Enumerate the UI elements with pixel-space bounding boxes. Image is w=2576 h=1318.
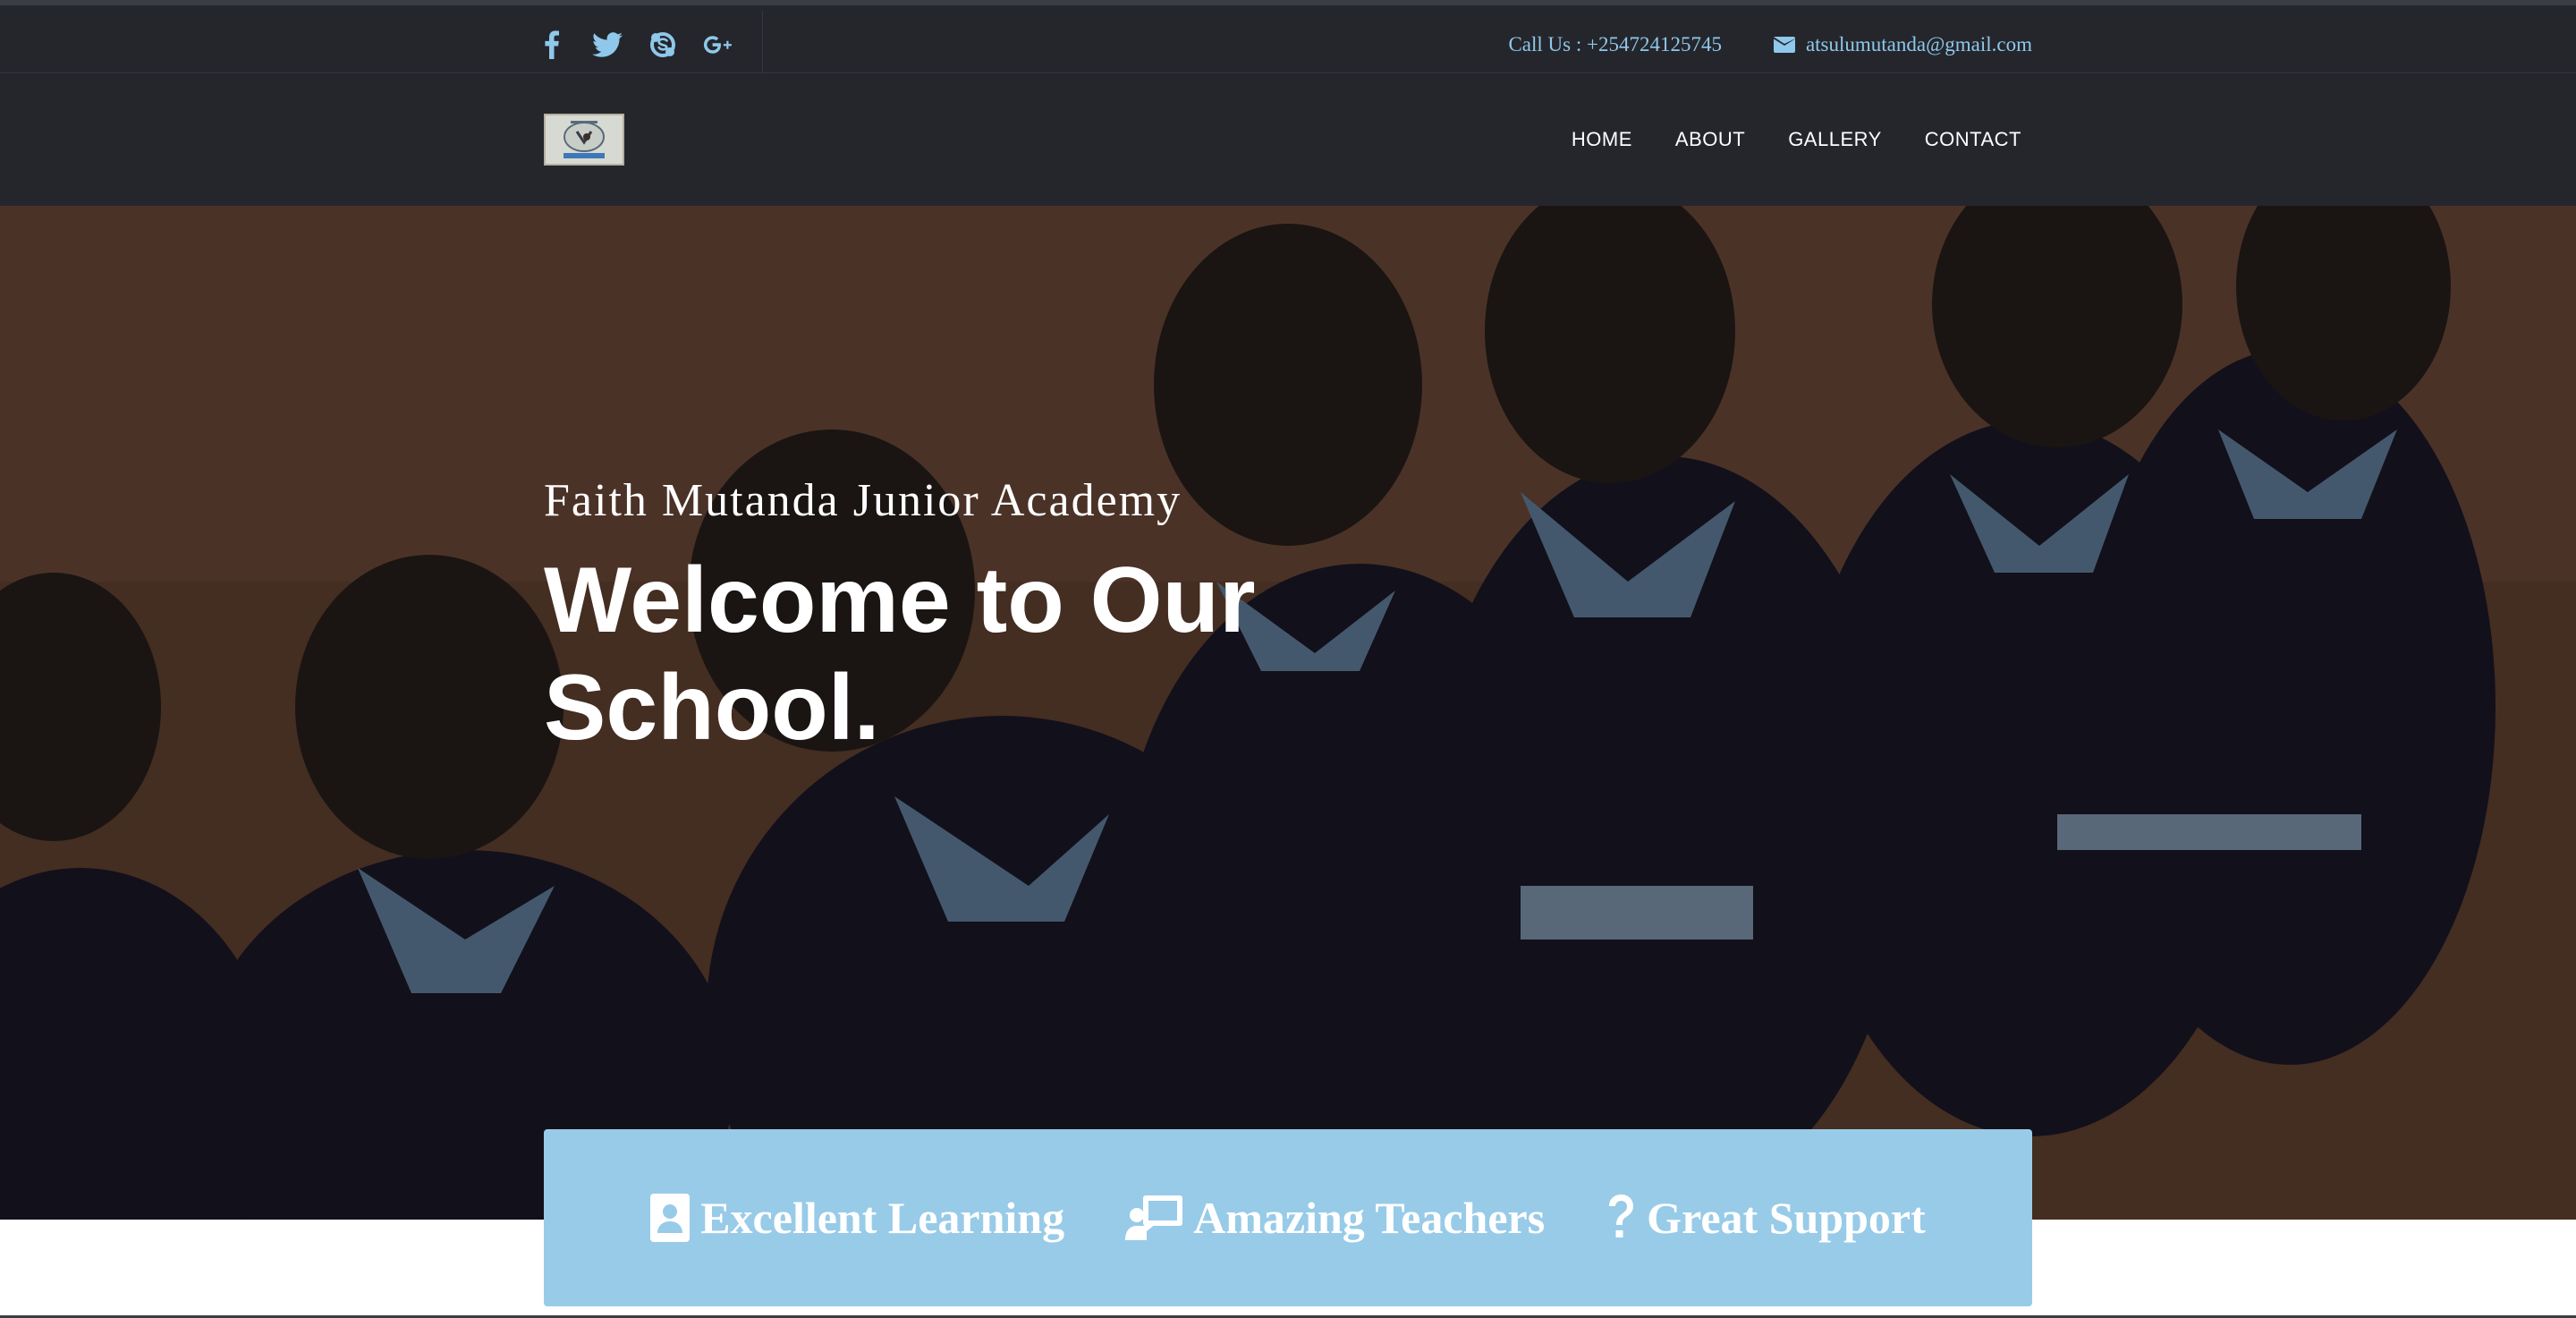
main-navbar: HOME ABOUT GALLERY CONTACT [0, 73, 2576, 206]
page: Call Us : +254724125745 atsulumutanda@gm… [0, 0, 2576, 1318]
twitter-icon[interactable] [592, 30, 623, 60]
nav-about[interactable]: ABOUT [1675, 128, 1745, 151]
feature-amazing-teachers: Amazing Teachers [1125, 1192, 1545, 1244]
feature-great-support: Great Support [1606, 1192, 1926, 1244]
facebook-icon[interactable] [537, 30, 567, 60]
google-plus-icon[interactable] [703, 30, 733, 60]
hero-subtitle: Faith Mutanda Junior Academy [544, 475, 1182, 526]
nav-home[interactable]: HOME [1572, 128, 1632, 151]
hero-text: Faith Mutanda Junior Academy Welcome to … [544, 474, 1349, 761]
feature-label: Amazing Teachers [1193, 1193, 1546, 1243]
contact-info: Call Us : +254724125745 atsulumutanda@gm… [1508, 11, 2032, 79]
email-link[interactable]: atsulumutanda@gmail.com [1773, 33, 2032, 56]
feature-excellent-learning: Excellent Learning [650, 1192, 1064, 1244]
school-logo[interactable] [544, 114, 624, 166]
top-bar: Call Us : +254724125745 atsulumutanda@gm… [0, 0, 2576, 79]
email-address: atsulumutanda@gmail.com [1805, 33, 2032, 55]
hero-headline: Welcome to Our School. [544, 548, 1256, 760]
skype-icon[interactable] [648, 30, 678, 60]
feature-label: Great Support [1647, 1193, 1926, 1243]
id-card-icon [650, 1194, 691, 1242]
hero-banner: Faith Mutanda Junior Academy Welcome to … [0, 206, 2576, 1220]
features-box: Excellent Learning Amazing Teachers Grea… [544, 1129, 2032, 1306]
envelope-icon [1773, 37, 1795, 53]
feature-label: Excellent Learning [700, 1193, 1065, 1243]
nav-contact[interactable]: CONTACT [1925, 128, 2021, 151]
phone-number[interactable]: Call Us : +254724125745 [1508, 33, 1722, 56]
question-icon [1609, 1195, 1634, 1237]
primary-nav: HOME ABOUT GALLERY CONTACT [1572, 73, 2021, 206]
teacher-board-icon [1125, 1195, 1183, 1240]
social-links [537, 11, 763, 79]
nav-gallery[interactable]: GALLERY [1788, 128, 1882, 151]
